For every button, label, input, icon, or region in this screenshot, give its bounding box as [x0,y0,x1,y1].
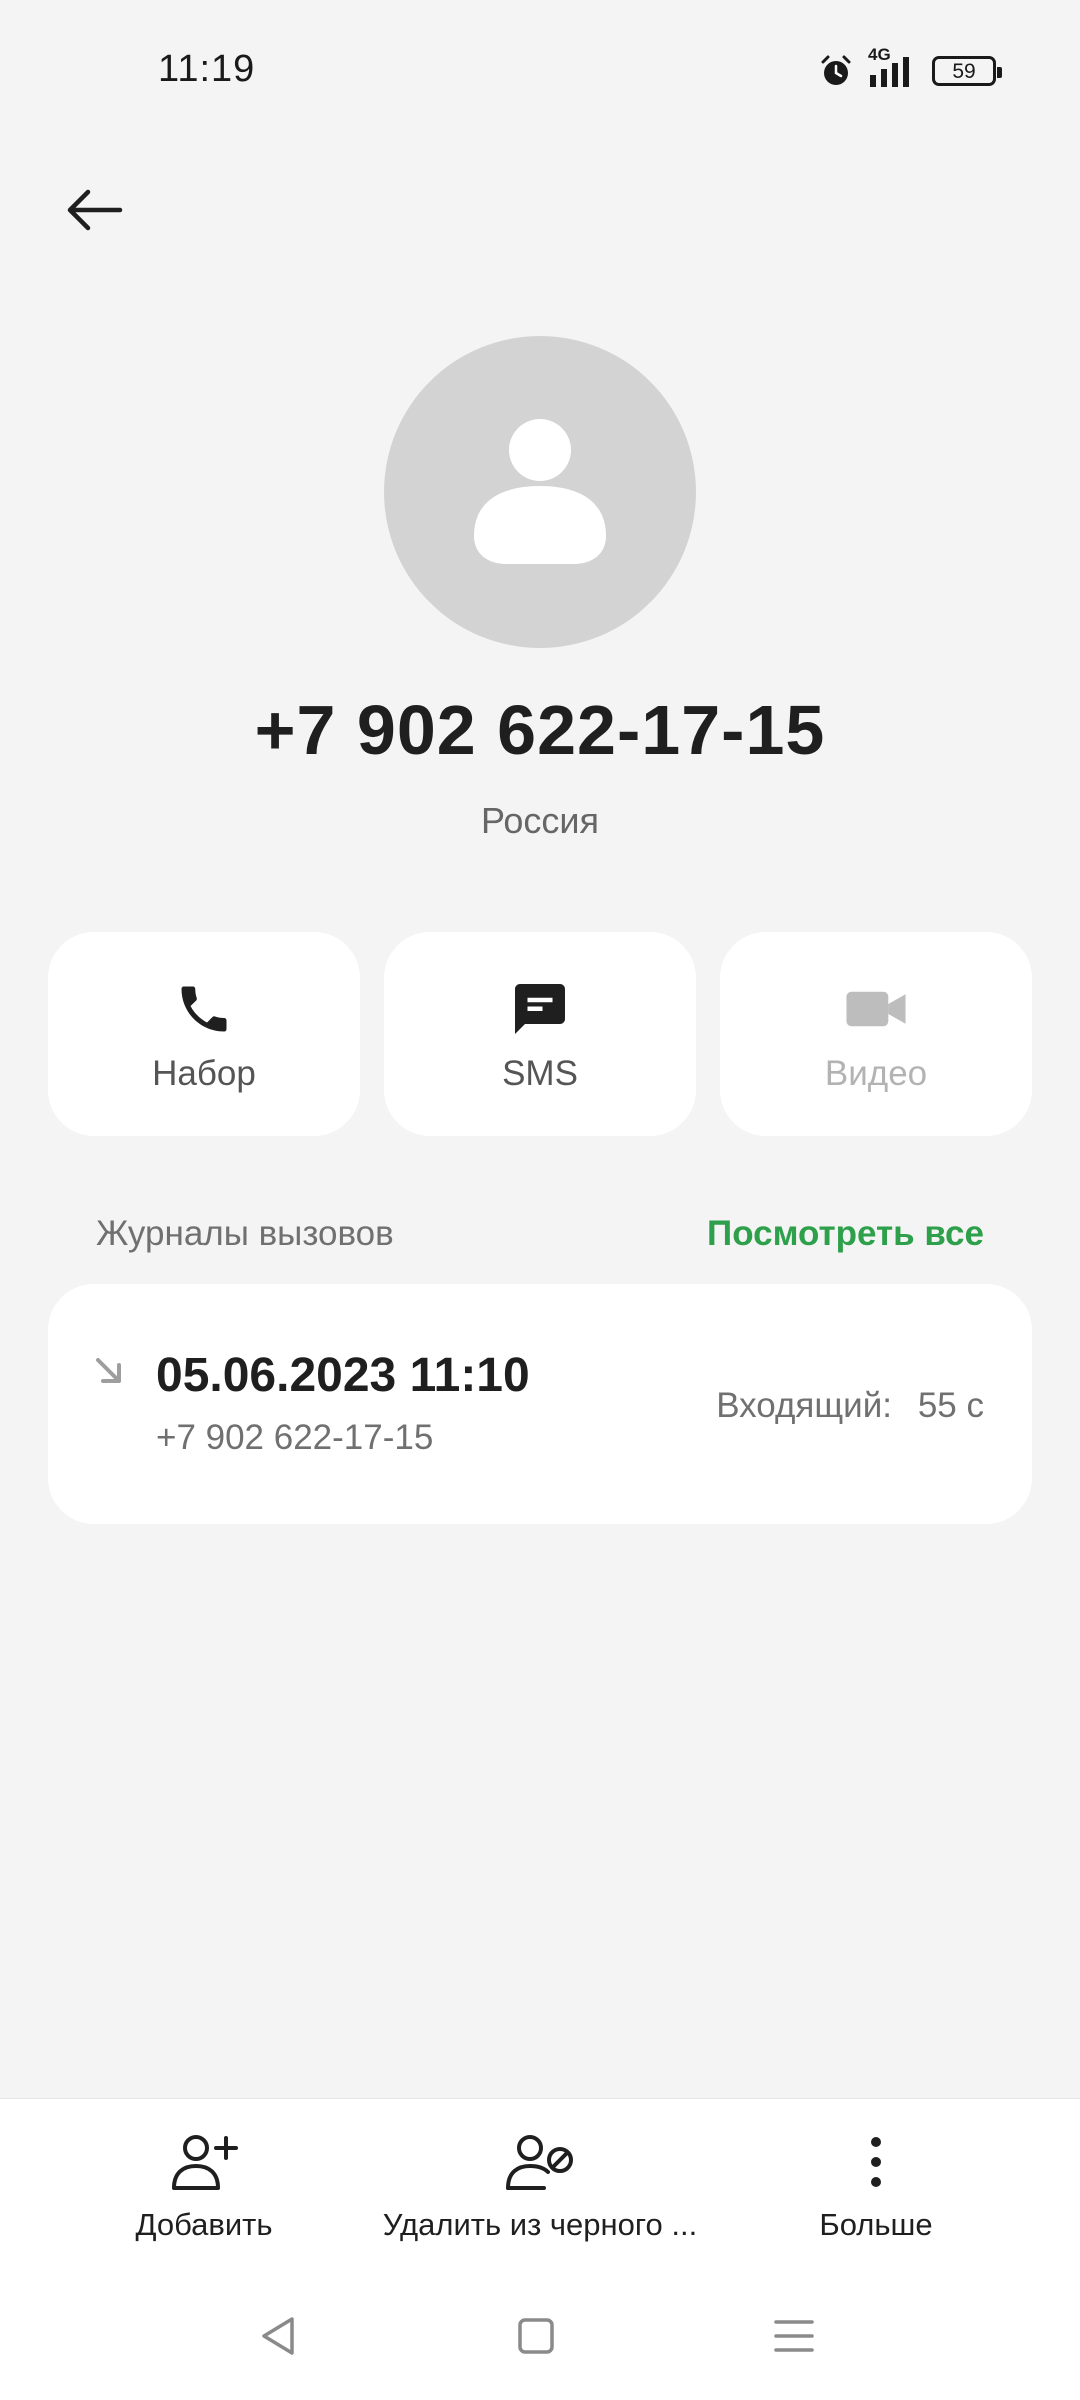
back-button[interactable] [54,170,134,250]
contact-country: Россия [480,800,600,841]
status-icons: 4G 59 [818,45,1002,94]
sms-button[interactable]: SMS [384,932,696,1136]
add-label: Добавить [135,2207,273,2242]
status-bar: 11:19 4G 59 [0,0,1080,140]
remove-from-blacklist-button[interactable]: Удалить из черного ... [370,2127,710,2243]
signal-icon: 4G [868,45,918,89]
bottom-action-bar: Добавить Удалить из черного ... Больше [0,2098,1080,2400]
network-type-label: 4G [868,45,891,64]
dial-button[interactable]: Набор [48,932,360,1136]
call-log-title: Журналы вызовов [96,1214,394,1253]
avatar [384,336,696,648]
nav-recents-button[interactable] [759,2301,829,2371]
nav-back-button[interactable] [243,2301,313,2371]
call-number: +7 902 622-17-15 [156,1418,434,1457]
add-contact-button[interactable]: Добавить [114,2127,294,2243]
status-time: 11:19 [158,48,256,90]
message-icon [510,974,570,1044]
sms-label: SMS [502,1054,578,1093]
view-all-link[interactable]: Посмотреть все [707,1214,984,1254]
more-label: Больше [819,2207,933,2242]
square-home-icon [518,2318,554,2354]
video-label: Видео [824,1054,928,1093]
remove-blacklist-label: Удалить из черного ... [382,2207,698,2242]
call-datetime: 05.06.2023 11:10 [156,1349,530,1402]
more-vertical-icon [866,2127,886,2197]
call-log-entry[interactable]: 05.06.2023 11:10 +7 902 622-17-15 Входящ… [48,1284,1032,1524]
triangle-back-icon [262,2317,294,2355]
call-duration: 55 с [917,1386,984,1425]
unblock-person-icon [504,2127,576,2197]
arrow-left-icon [67,189,123,231]
phone-icon [174,974,234,1044]
contact-detail-screen: 11:19 4G 59 +7 902 622-17-15 Россия Набо… [0,0,1080,2400]
contact-phone-number: +7 902 622-17-15 [254,691,826,769]
call-type: Входящий: [716,1386,892,1425]
dial-label: Набор [152,1054,256,1093]
video-camera-icon [844,974,908,1044]
person-icon [474,419,606,564]
system-nav-bar [0,2291,1080,2381]
nav-home-button[interactable] [501,2301,571,2371]
add-person-icon [168,2127,240,2197]
battery-icon: 59 [932,56,1002,86]
more-button[interactable]: Больше [786,2127,966,2243]
video-call-button[interactable]: Видео [720,932,1032,1136]
battery-level: 59 [952,59,976,83]
alarm-icon [818,53,854,89]
menu-lines-icon [774,2320,814,2352]
incoming-call-icon [92,1354,126,1393]
